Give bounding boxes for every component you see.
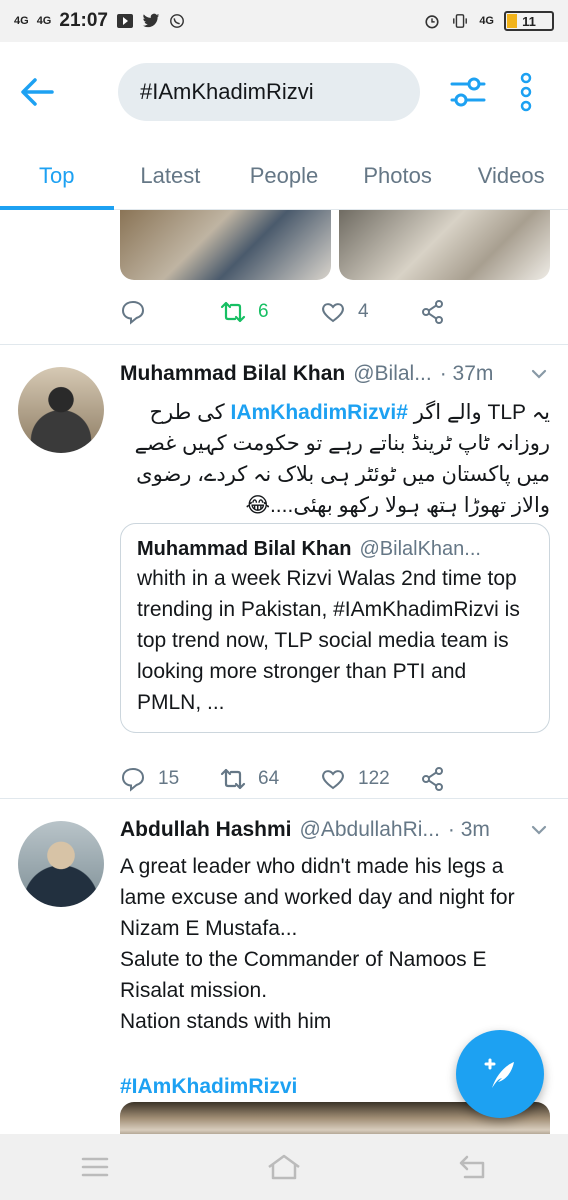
- twitter-bird-icon: [142, 13, 160, 28]
- tweet-divider: [0, 798, 568, 799]
- whatsapp-icon: [170, 14, 184, 28]
- share-button[interactable]: [420, 766, 520, 792]
- retweet-icon: [220, 768, 246, 790]
- tweet-photo-1[interactable]: [120, 210, 331, 280]
- search-query: #IAmKhadimRizvi: [140, 79, 314, 104]
- network-indicator-3: 4G: [479, 15, 494, 27]
- tweet-header: Abdullah Hashmi @AbdullahRi... · 3m: [120, 815, 550, 845]
- search-header: #IAmKhadimRizvi: [0, 42, 568, 142]
- compose-tweet-button[interactable]: [456, 1030, 544, 1118]
- clock: 21:07: [59, 10, 108, 31]
- back-button[interactable]: [20, 64, 76, 120]
- hashtag-link[interactable]: #IAmKhadimRizvi: [120, 1075, 297, 1098]
- more-options-button[interactable]: [516, 72, 536, 112]
- sliders-icon: [450, 77, 486, 107]
- home-icon: [268, 1154, 300, 1180]
- quoted-tweet[interactable]: Muhammad Bilal Khan @BilalKhan... whith …: [120, 523, 550, 733]
- tweet-author-handle[interactable]: @Bilal...: [353, 362, 432, 386]
- quoted-author-handle: @BilalKhan...: [359, 538, 481, 560]
- tweet-author-name[interactable]: Abdullah Hashmi: [120, 818, 292, 842]
- search-input[interactable]: #IAmKhadimRizvi: [118, 63, 420, 121]
- heart-icon: [322, 770, 344, 790]
- quoted-tweet-text: whith in a week Rizvi Walas 2nd time top…: [137, 567, 520, 714]
- tweet-header: Muhammad Bilal Khan @Bilal... · 37m: [120, 359, 550, 389]
- tweet-text: A great leader who didn't made his legs …: [120, 855, 515, 1033]
- system-back-button[interactable]: [448, 1147, 498, 1187]
- chevron-down-icon[interactable]: [528, 363, 550, 385]
- like-button[interactable]: 122: [320, 766, 420, 792]
- play-icon: [116, 14, 133, 28]
- tab-latest[interactable]: Latest: [114, 142, 228, 209]
- vibrate-icon: [453, 14, 468, 28]
- heart-icon: [322, 303, 344, 323]
- vertical-dots-icon: [520, 72, 532, 112]
- compose-feather-icon: [484, 1058, 514, 1088]
- retweet-button[interactable]: 6: [220, 299, 320, 325]
- battery-level: 11: [522, 13, 536, 29]
- status-bar: 4G 4G 21:07 4G 11: [0, 0, 568, 42]
- tweet-author-handle[interactable]: @AbdullahRi...: [300, 818, 440, 842]
- reply-button[interactable]: [120, 299, 220, 325]
- tweet-timestamp: · 3m: [447, 818, 490, 841]
- alarm-icon: [425, 15, 439, 29]
- tab-top[interactable]: Top: [0, 142, 114, 210]
- hashtag-link[interactable]: #IAmKhadimRizvi: [231, 401, 408, 424]
- avatar[interactable]: [18, 367, 104, 453]
- chevron-down-icon[interactable]: [528, 819, 550, 841]
- share-icon: [422, 767, 443, 791]
- search-results-feed[interactable]: 6 4 Muhammad Bilal Khan @Bilal... · 37m …: [0, 210, 568, 1134]
- retweet-icon: [220, 301, 246, 323]
- tab-photos[interactable]: Photos: [341, 142, 455, 209]
- share-button[interactable]: [420, 299, 520, 325]
- system-navigation-bar: [0, 1134, 568, 1200]
- tweet-photo-2[interactable]: [339, 210, 550, 280]
- tweet-actions: 6 4: [120, 292, 520, 332]
- like-button[interactable]: 4: [320, 299, 420, 325]
- retweet-button[interactable]: 64: [220, 766, 320, 792]
- network-indicator-2: 4G: [36, 15, 52, 27]
- share-icon: [422, 300, 443, 324]
- tweet-actions: 15 64 122: [120, 759, 520, 799]
- reply-icon: [121, 300, 145, 325]
- tweet-media-grid[interactable]: [120, 210, 550, 280]
- search-tabs: Top Latest People Photos Videos: [0, 142, 568, 210]
- network-indicator-1: 4G: [14, 15, 29, 27]
- tab-people[interactable]: People: [227, 142, 341, 209]
- home-button[interactable]: [259, 1147, 309, 1187]
- recent-apps-button[interactable]: [70, 1147, 120, 1187]
- search-filter-button[interactable]: [448, 72, 488, 112]
- arrow-left-icon: [21, 78, 54, 106]
- menu-lines-icon: [81, 1157, 108, 1177]
- tweet-timestamp: · 37m: [439, 362, 494, 385]
- avatar[interactable]: [18, 821, 104, 907]
- tab-videos[interactable]: Videos: [454, 142, 568, 209]
- tweet-text: یہ TLP والے اگر #IAmKhadimRizvi کی طرح ر…: [134, 401, 550, 517]
- tweet-divider: [0, 344, 568, 345]
- reply-button[interactable]: 15: [120, 766, 220, 792]
- back-return-icon: [460, 1155, 485, 1179]
- tweet-author-name[interactable]: Muhammad Bilal Khan: [120, 362, 345, 386]
- battery-indicator: 11: [504, 11, 554, 31]
- reply-icon: [121, 767, 145, 792]
- quoted-author-name: Muhammad Bilal Khan: [137, 538, 352, 560]
